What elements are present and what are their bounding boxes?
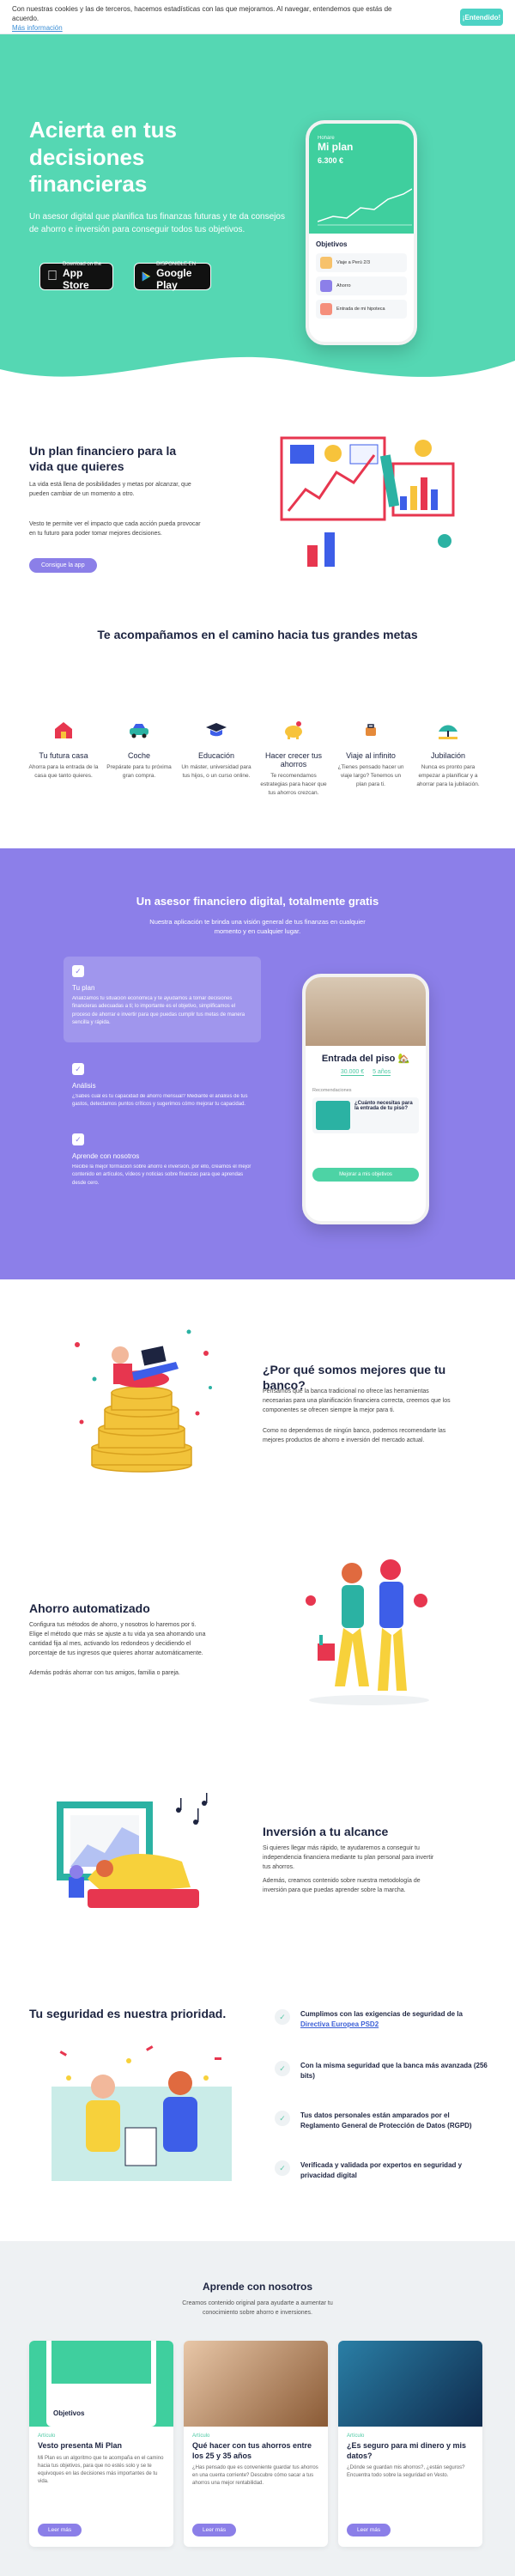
phone-improve-button[interactable]: Mejorar a mis objetivos	[312, 1168, 419, 1182]
check-icon: ✓	[72, 965, 84, 977]
plan-illustration	[280, 436, 455, 567]
plan-text-2: Vesto te permite ver el impacto que cada…	[29, 521, 201, 537]
auto-section: Ahorro automatizado Configura tus método…	[0, 1520, 515, 1760]
better-text-2: Como no dependemos de ningún banco, pode…	[263, 1428, 446, 1443]
advisor-card-plan[interactable]: ✓ Tu plan Analizamos tu situación económ…	[64, 957, 261, 1042]
goals-title: Te acompañamos en el camino hacia tus gr…	[97, 628, 418, 641]
goals-section: Te acompañamos en el camino hacia tus gr…	[0, 627, 515, 841]
piggy-bank-icon	[285, 721, 302, 739]
suitcase-icon	[366, 724, 376, 736]
check-icon: ✓	[275, 2111, 290, 2126]
house-icon	[55, 722, 72, 738]
hero-title: Acierta en tus decisiones financieras	[29, 117, 177, 197]
goal-travel: Viaje al infinito ¿Tienes pensado hacer u…	[335, 720, 407, 788]
hero-section: Acierta en tus decisiones financieras Un…	[0, 34, 515, 395]
advisor-title: Un asesor financiero digital, totalmente…	[136, 895, 379, 908]
check-icon: ✓	[275, 2009, 290, 2025]
phone-goal-title: Entrada del piso 🏡	[321, 1054, 410, 1064]
read-more-button[interactable]: Leer más	[38, 2524, 82, 2537]
check-icon: ✓	[275, 2160, 290, 2176]
phone-room-image	[306, 977, 426, 1046]
google-play-icon	[142, 271, 151, 282]
auto-text-1: Configura tus métodos de ahorro, y nosot…	[29, 1622, 206, 1656]
read-more-button[interactable]: Leer más	[192, 2524, 237, 2537]
get-app-button[interactable]: Consigue la app	[29, 558, 97, 573]
security-illustration	[52, 2045, 232, 2181]
app-store-button[interactable]:  Download on theApp Store	[39, 262, 113, 291]
google-play-button[interactable]: DISPONIBLE EN Google Play	[134, 262, 211, 291]
auto-text-2: Además podrás ahorrar con tus amigos, fa…	[29, 1670, 180, 1676]
article-image: Objetivos	[29, 2341, 173, 2427]
goal-savings: Hacer crecer tus ahorros Te recomendamos …	[258, 720, 330, 797]
better-section: ¿Por qué somos mejores que tu banco? Pen…	[0, 1279, 515, 1520]
article-image	[184, 2341, 328, 2427]
hero-wave	[0, 356, 515, 395]
article-card[interactable]: Artículo ¿Es seguro para mi dinero y mis…	[338, 2341, 482, 2547]
invest-section: Inversión a tu alcance Si quieres llegar…	[0, 1760, 515, 1958]
hero-subtitle: Un asesor digital que planifica tus fina…	[29, 212, 285, 234]
auto-title: Ahorro automatizado	[29, 1601, 150, 1615]
phone-title: Mi plan	[318, 141, 354, 153]
goal-car: Coche Prepárate para tu próxima gran comp…	[103, 720, 175, 781]
couple-illustration	[306, 1559, 429, 1705]
check-icon: ✓	[72, 1133, 84, 1145]
advisor-card-learn[interactable]: ✓ Aprende con nosotros Recibe la mejor f…	[64, 1125, 261, 1196]
learn-lead: Creamos contenido original para ayudarte…	[182, 2300, 333, 2316]
invest-text-2: Además, creamos contenido sobre nuestra …	[263, 1878, 421, 1893]
car-icon	[130, 724, 148, 738]
advisor-section: Un asesor financiero digital, totalmente…	[0, 848, 515, 1279]
invest-text-1: Si quieres llegar más rápido, te ayudare…	[263, 1845, 434, 1870]
better-text-1: Pensamos que la banca tradicional no ofr…	[263, 1388, 451, 1413]
relaxing-person-illustration	[57, 1793, 208, 1908]
security-title: Tu seguridad es nuestra prioridad.	[29, 2007, 227, 2020]
security-section: Tu seguridad es nuestra prioridad. ✓ Cump…	[0, 1958, 515, 2241]
cookie-accept-button[interactable]: ¡Entendido!	[460, 9, 503, 26]
goal-education: Educación Un máster, universidad para tus…	[180, 720, 252, 781]
learn-title: Aprende con nosotros	[202, 2281, 312, 2293]
cookie-more-link[interactable]: Más información	[12, 24, 63, 32]
hero-phone-mockup: Hoháre Mi plan 6.300 € Objetivos Viaje a…	[306, 120, 417, 345]
check-icon: ✓	[72, 1063, 84, 1075]
plan-title: Un plan financiero para la vida que quie…	[29, 444, 177, 474]
advisor-phone-mockup: Entrada del piso 🏡 30.000 € 5 años Recom…	[302, 974, 429, 1224]
security-item: ✓ Verificada y validada por expertos en s…	[275, 2160, 489, 2180]
phone-objective-item: Viaje a Perú 2/3	[316, 253, 407, 272]
advisor-lead: Nuestra aplicación te brinda una visión …	[149, 918, 366, 936]
phone-amount: 6.300 €	[318, 156, 344, 165]
goal-house: Tu futura casa Ahorra para la entrada de …	[27, 720, 100, 781]
beach-icon	[439, 725, 457, 739]
cookie-text: Con nuestras cookies y las de terceros, …	[12, 5, 392, 32]
phone-objective-item: Entrada de mi hipoteca	[316, 300, 407, 319]
phone-goal-amount: 30.000 €	[340, 1069, 365, 1076]
security-item: ✓ Cumplimos con las exigencias de segurid…	[275, 2009, 489, 2029]
invest-title: Inversión a tu alcance	[263, 1825, 389, 1838]
coins-illustration	[75, 1329, 212, 1473]
article-card[interactable]: Objetivos Artículo Vesto presenta Mi Pla…	[29, 2341, 173, 2547]
security-item: ✓ Tus datos personales están amparados po…	[275, 2111, 489, 2130]
graduation-cap-icon	[206, 723, 227, 737]
apple-icon: 	[47, 270, 58, 283]
advisor-card-analysis[interactable]: ✓ Análisis ¿Sabes cuál es tu capacidad d…	[64, 1054, 261, 1118]
phone-article-thumb	[316, 1101, 350, 1130]
article-card[interactable]: Artículo Qué hacer con tus ahorros entre…	[184, 2341, 328, 2547]
phone-label: Hoháre	[318, 136, 335, 141]
read-more-button[interactable]: Leer más	[347, 2524, 391, 2537]
article-image	[338, 2341, 482, 2427]
goal-retirement: Jubilación Nunca es pronto para empezar a…	[412, 720, 484, 788]
phone-objectives-heading: Objetivos	[316, 240, 348, 248]
phone-goal-years: 5 años	[373, 1069, 391, 1076]
check-icon: ✓	[275, 2061, 290, 2076]
security-item: ✓ Con la misma seguridad que la banca más…	[275, 2061, 489, 2081]
phone-article-title: ¿Cuánto necesitas para la entrada de tu …	[354, 1101, 413, 1111]
learn-section: Aprende con nosotros Creamos contenido o…	[0, 2241, 515, 2576]
cookie-banner: Con nuestras cookies y las de terceros, …	[0, 0, 515, 34]
phone-objective-item: Ahorro	[316, 276, 407, 295]
phone-growth-chart	[318, 188, 412, 226]
phone-reco-label: Recomendaciones	[312, 1088, 352, 1093]
plan-section: Un plan financiero para la vida que quie…	[0, 395, 515, 627]
psd2-link[interactable]: Directiva Europea PSD2	[300, 2020, 379, 2028]
plan-text-1: La vida está llena de posibilidades y me…	[29, 482, 191, 497]
